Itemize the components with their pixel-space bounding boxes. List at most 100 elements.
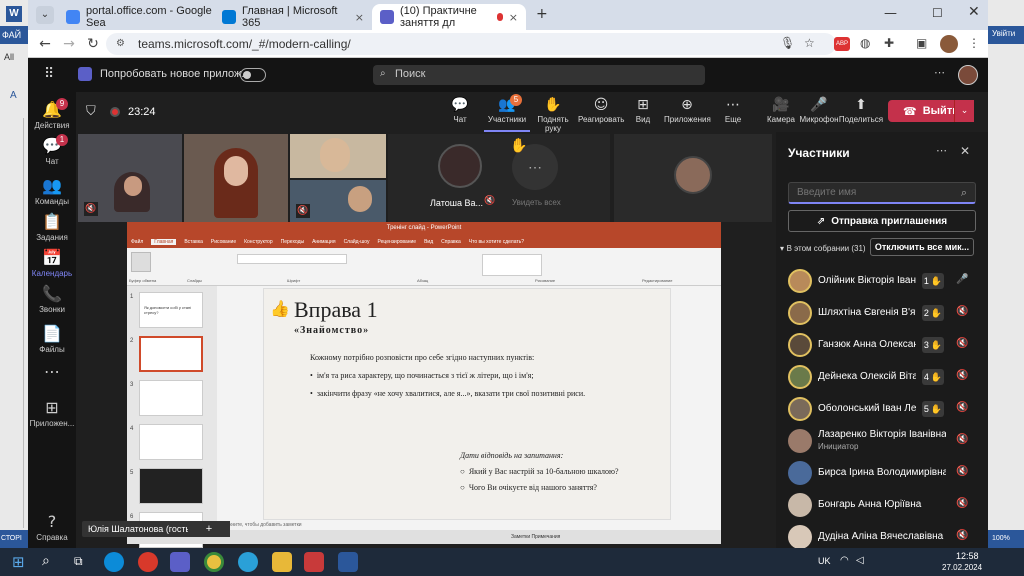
menu-icon[interactable]: ⋮ — [968, 36, 980, 50]
toolbar-button-3[interactable]: ☺ Реагировать — [578, 92, 624, 132]
mic-icon[interactable]: 🔇 — [956, 402, 968, 413]
rail-item-6[interactable]: 📄 Файлы — [28, 324, 76, 354]
shapes-gallery[interactable] — [482, 254, 542, 276]
video-tile-3[interactable] — [290, 134, 386, 178]
browser-tab-google[interactable]: portal.office.com - Google Sea × — [58, 4, 238, 30]
participant-row[interactable]: Олійник Вікторія Івані... 1 ✋ 🎤 — [776, 266, 988, 296]
clock-time[interactable]: 12:58 — [956, 551, 979, 561]
ppt-tab[interactable]: Рисование — [211, 239, 236, 245]
browser-tab-teams[interactable]: (10) Практичне заняття дл × — [372, 4, 526, 30]
rail-item-9[interactable]: ? Справка — [28, 512, 76, 542]
app-launcher-icon[interactable]: ⠿ — [44, 66, 54, 82]
toolbar-button-9[interactable]: ⬆ Поделиться — [838, 92, 884, 132]
close-panel-icon[interactable]: ✕ — [960, 144, 970, 158]
participant-tile-5[interactable] — [614, 134, 772, 222]
word-taskbar-icon[interactable] — [338, 552, 358, 572]
mic-icon[interactable]: 🔇 — [956, 338, 968, 349]
mic-icon[interactable]: 🔇 — [956, 370, 968, 381]
rail-item-1[interactable]: 💬 Чат 1 — [28, 134, 76, 166]
slide-thumbnail[interactable]: Як допомогти собі у стані стресу? — [139, 292, 203, 328]
adblock-icon[interactable]: ABP — [834, 37, 850, 51]
ppt-tab[interactable]: Слайд-шоу — [344, 239, 370, 245]
ppt-tab[interactable]: Файл — [131, 239, 143, 245]
participant-row[interactable]: Шляхтіна Євгенія В'яч... 2✋ 🔇 — [776, 298, 988, 328]
opera-icon[interactable] — [138, 552, 158, 572]
participant-tile-latosha[interactable]: Латоша Ва... 🔇 ⋯ ✋ Увидеть всех — [388, 134, 610, 222]
leave-dropdown-icon[interactable]: ⌄ — [954, 100, 974, 122]
mic-icon[interactable]: 🔇 — [956, 498, 968, 509]
slide-thumbnail[interactable] — [139, 380, 203, 416]
search-input[interactable]: Поиск — [373, 65, 705, 85]
more-icon[interactable]: ⋯ — [934, 66, 945, 79]
ppt-tab[interactable]: Переходы — [281, 239, 304, 245]
minimize-icon[interactable]: — — [884, 6, 897, 21]
more-options-icon[interactable]: ⋯ — [936, 144, 947, 157]
rail-item-3[interactable]: 📋 Задания — [28, 212, 76, 242]
language-indicator[interactable]: UK — [818, 556, 831, 566]
mute-all-button[interactable]: Отключить все мик... — [870, 238, 974, 256]
rail-item-4[interactable]: 📅 Календарь — [28, 248, 76, 278]
user-avatar[interactable] — [958, 65, 978, 85]
paste-icon[interactable] — [131, 252, 151, 272]
new-teams-toggle[interactable] — [240, 68, 266, 82]
star-icon[interactable]: ☆ — [804, 36, 815, 50]
back-icon[interactable]: ← — [36, 35, 54, 53]
mic-icon[interactable]: 🔇 — [956, 530, 968, 541]
toolbar-button-5[interactable]: ⊕ Приложения — [664, 92, 711, 132]
ppt-tab[interactable]: Рецензирование — [377, 239, 416, 245]
app-icon[interactable] — [304, 552, 324, 572]
invite-button[interactable]: ⇗ Отправка приглашения — [788, 210, 976, 232]
maximize-icon[interactable]: ☐ — [932, 6, 943, 20]
video-tile-4[interactable]: 🔇 — [290, 180, 386, 222]
edge-icon[interactable] — [104, 552, 124, 572]
notes-hint[interactable]: Щелкните, чтобы добавить заметки — [219, 522, 302, 528]
mic-icon[interactable]: 🔇 — [956, 434, 968, 445]
video-tile-1[interactable]: 🔇 — [78, 134, 182, 222]
ppt-tab[interactable]: Вставка — [184, 239, 203, 245]
chrome-icon[interactable] — [204, 552, 224, 572]
shield-icon[interactable]: ⛉ — [86, 104, 96, 119]
task-view-icon[interactable]: ⧉ — [74, 554, 83, 569]
font-box[interactable] — [237, 254, 347, 264]
profile-avatar[interactable] — [940, 35, 958, 53]
mic-icon[interactable]: 🎙 — [780, 36, 795, 50]
add-tile-button[interactable]: + — [188, 521, 230, 537]
participant-search[interactable]: ⌕ — [788, 182, 976, 204]
reload-icon[interactable]: ↻ — [84, 35, 102, 53]
extension-icon[interactable]: ◍ — [860, 36, 870, 50]
slide-thumbnail[interactable] — [139, 336, 203, 372]
toolbar-button-4[interactable]: ⊞ Вид — [620, 92, 666, 132]
telegram-icon[interactable] — [238, 552, 258, 572]
ppt-tab[interactable]: Конструктор — [244, 239, 273, 245]
participant-row[interactable]: Дейнека Олексій Віта... 4 ✋ 🔇 — [776, 362, 988, 392]
ppt-tab[interactable]: Вид — [424, 239, 433, 245]
video-tile-2[interactable] — [184, 134, 288, 222]
close-icon[interactable]: × — [509, 11, 518, 24]
toolbar-button-2[interactable]: ✋ Поднять руку — [530, 92, 576, 133]
toolbar-button-8[interactable]: 🎤 Микрофон — [796, 92, 842, 132]
sidepanel-icon[interactable]: ▣ — [916, 36, 927, 50]
forward-icon[interactable]: → — [60, 35, 78, 53]
rail-item-8[interactable]: ⊞ Приложен... — [28, 398, 76, 428]
participant-row[interactable]: Лазаренко Вікторія Іванівна Инициатор 🔇 — [776, 426, 988, 456]
toolbar-button-0[interactable]: 💬 Чат — [437, 92, 483, 132]
new-tab-button[interactable]: + — [536, 6, 548, 22]
tab-search-icon[interactable]: ⌄ — [36, 6, 54, 24]
close-icon[interactable]: × — [355, 11, 364, 24]
puzzle-icon[interactable]: ✚ — [884, 36, 894, 50]
wifi-icon[interactable]: ◠ — [840, 555, 849, 566]
close-window-icon[interactable]: ✕ — [968, 4, 980, 20]
rail-item-2[interactable]: 👥 Команды — [28, 176, 76, 206]
rail-item-5[interactable]: 📞 Звонки — [28, 284, 76, 314]
word-signin[interactable]: Увійти — [992, 29, 1015, 38]
mic-icon[interactable]: 🔇 — [956, 466, 968, 477]
teams-taskbar-icon[interactable] — [170, 552, 190, 572]
site-info-icon[interactable]: ⚙ — [116, 38, 125, 49]
word-file-tab[interactable]: ФАЙ — [0, 26, 28, 44]
participant-row[interactable]: Оболонський Іван Ле... 5 ✋ 🔇 — [776, 394, 988, 424]
volume-icon[interactable]: ◁ — [856, 555, 864, 566]
ppt-tab[interactable]: Главная — [151, 239, 177, 245]
browser-tab-m365[interactable]: Главная | Microsoft 365 × — [214, 4, 372, 30]
search-icon[interactable]: ⌕ — [42, 553, 50, 569]
slide-thumbnail[interactable] — [139, 468, 203, 504]
